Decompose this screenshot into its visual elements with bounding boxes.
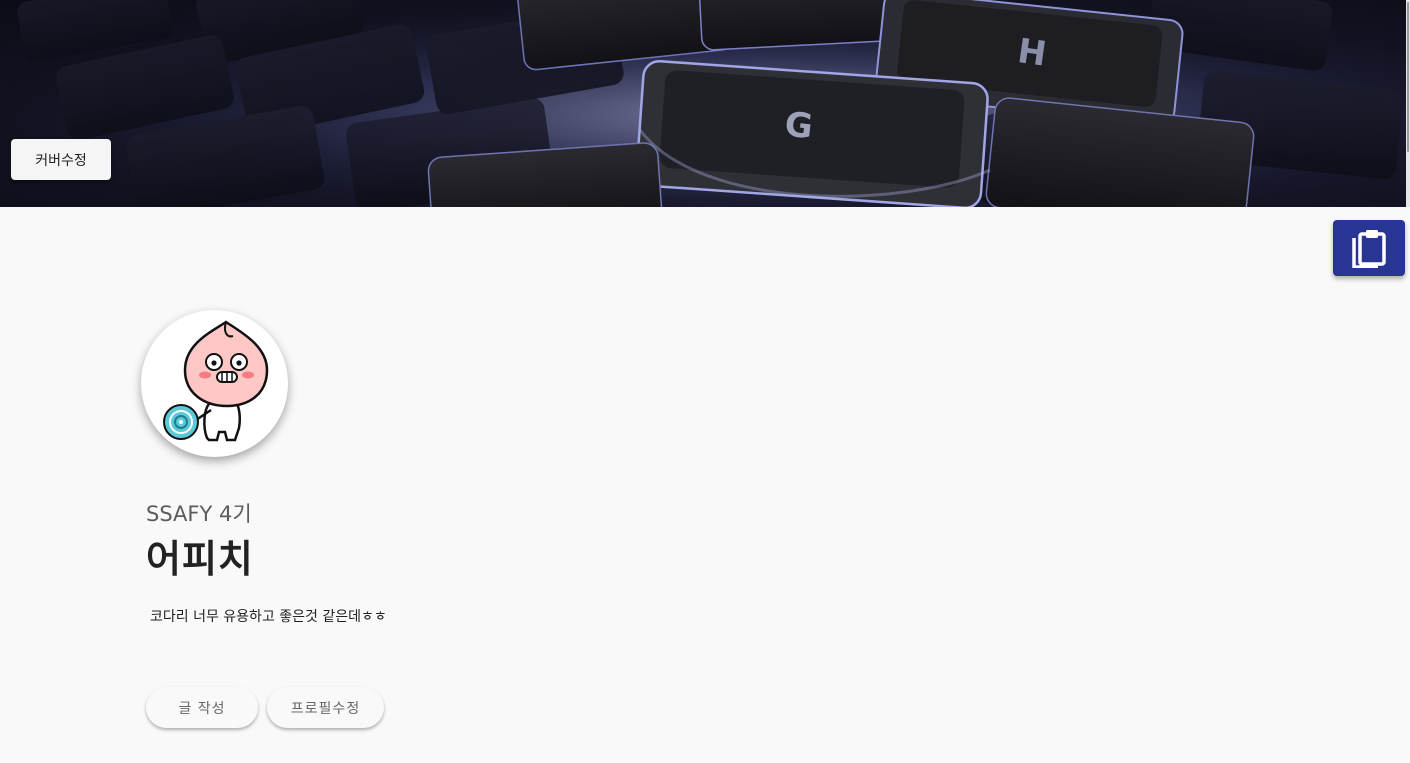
edit-profile-button[interactable]: 프로필수정 bbox=[267, 687, 384, 728]
cover-edit-button[interactable]: 커버수정 bbox=[11, 139, 111, 180]
key-label-g: G bbox=[783, 104, 815, 147]
cover-image: H G bbox=[0, 0, 1406, 207]
profile-subtitle: SSAFY 4기 bbox=[146, 502, 252, 526]
apeach-character-icon bbox=[163, 320, 269, 442]
key-label-h: H bbox=[1015, 31, 1049, 75]
keyboard-photo: H G bbox=[0, 0, 1406, 207]
clipboard-fab-button[interactable] bbox=[1333, 220, 1405, 276]
profile-bio: 코다리 너무 유용하고 좋은것 같은데ㅎㅎ bbox=[150, 609, 387, 625]
scrollbar-thumb[interactable] bbox=[1407, 2, 1409, 152]
profile-name: 어피치 bbox=[146, 537, 254, 581]
clipboard-icon bbox=[1352, 230, 1386, 268]
avatar bbox=[141, 310, 288, 457]
write-post-button[interactable]: 글 작성 bbox=[146, 687, 258, 728]
